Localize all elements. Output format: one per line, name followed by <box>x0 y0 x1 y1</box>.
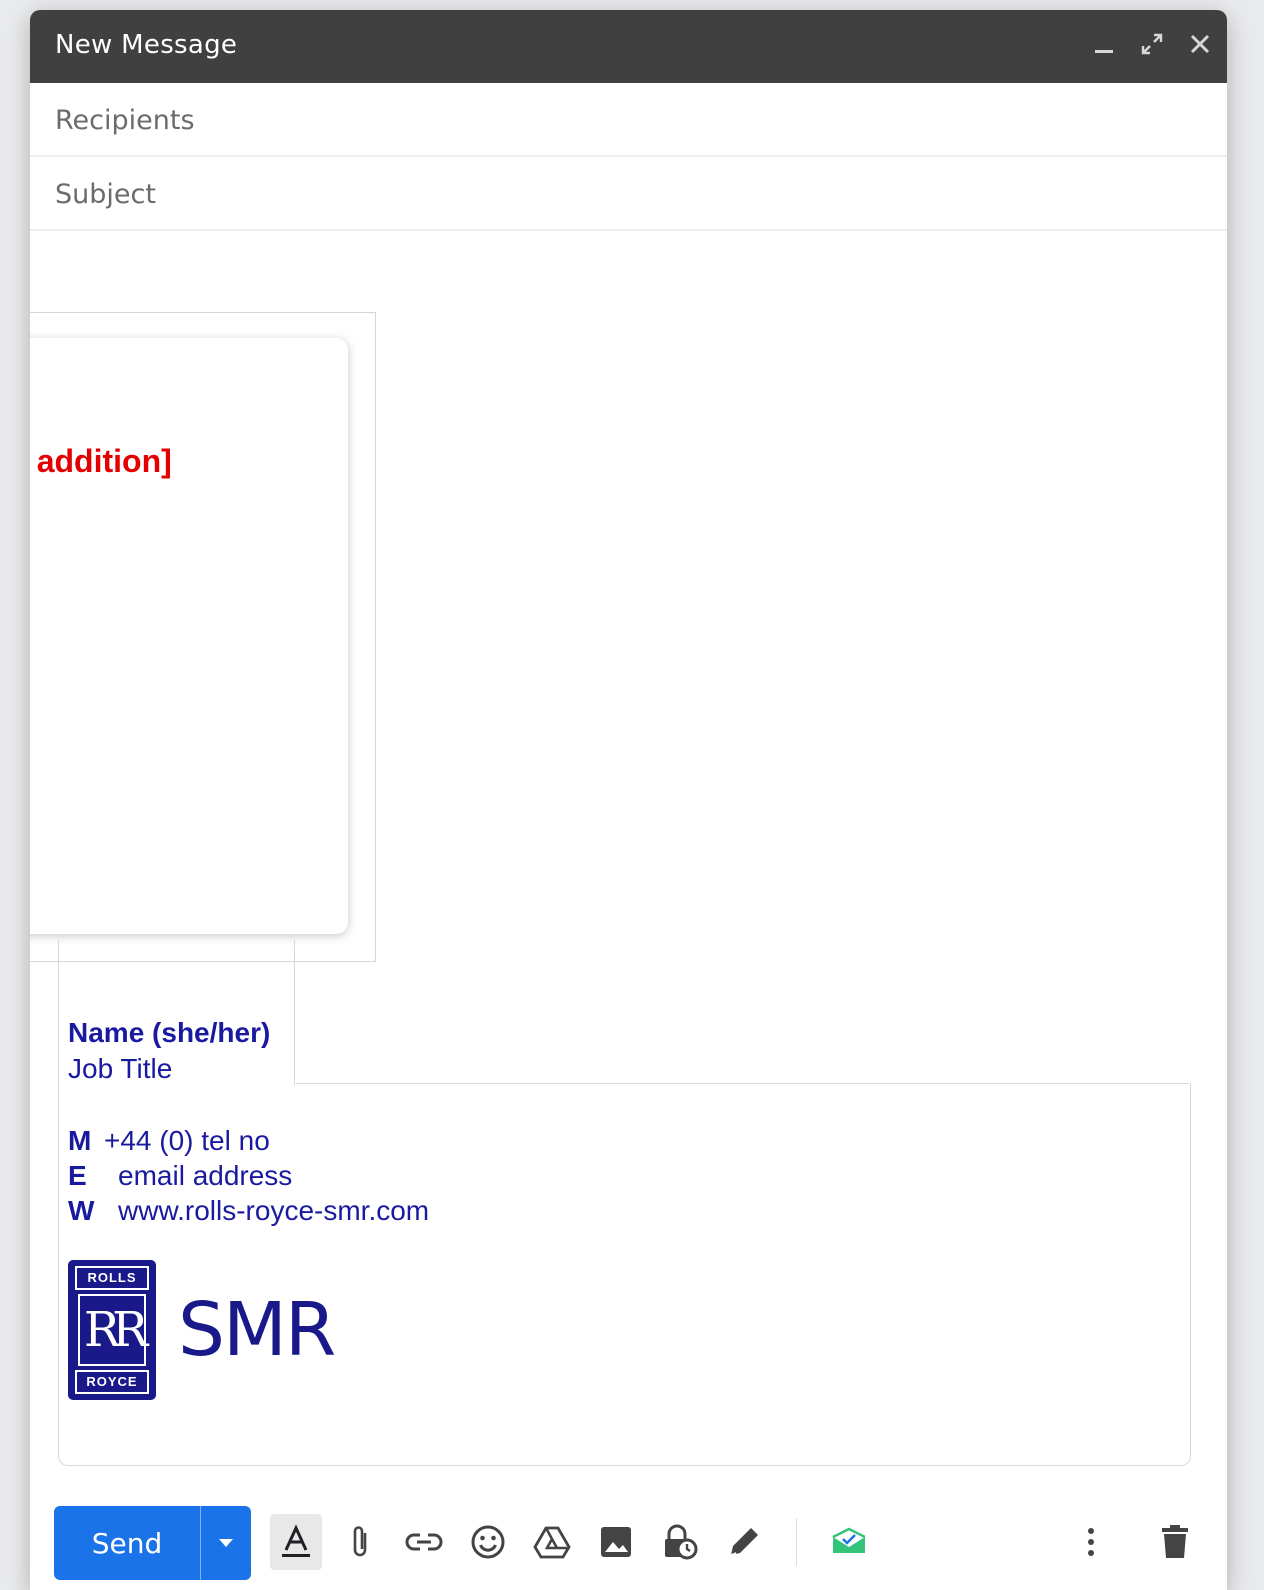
send-options-button[interactable] <box>201 1506 251 1580</box>
signature-pen-icon[interactable] <box>718 1514 770 1570</box>
signature-contact: M +44 (0) tel no E email address W www.r… <box>68 1123 429 1228</box>
insert-link-icon[interactable] <box>398 1514 450 1570</box>
toolbar-separator <box>796 1518 797 1566</box>
popup-card: untary addition] <box>30 338 348 934</box>
signature-name: Name (she/her) <box>68 1017 271 1048</box>
popup-text: untary addition] <box>30 443 172 479</box>
logo-wordmark: SMR <box>178 1287 336 1373</box>
send-button[interactable]: Send <box>54 1506 200 1580</box>
window-controls <box>1091 30 1213 58</box>
signature-email: E email address <box>68 1158 429 1193</box>
caret-down-icon <box>219 1539 233 1547</box>
signature-job-title: Job Title <box>68 1053 173 1084</box>
mail-addon-icon[interactable] <box>823 1514 875 1570</box>
logo-bottom-text: ROYCE <box>75 1370 149 1394</box>
more-options-icon[interactable] <box>1065 1514 1117 1570</box>
window-title: New Message <box>55 30 238 60</box>
confidential-mode-icon[interactable] <box>654 1514 706 1570</box>
email-label: E <box>68 1160 87 1191</box>
text-format-icon[interactable] <box>270 1514 322 1570</box>
compose-toolbar: Send <box>30 1478 1227 1590</box>
formatting-tools <box>270 1514 887 1570</box>
rolls-royce-badge-icon: ROLLS RR ROYCE <box>68 1260 156 1400</box>
mobile-value: +44 (0) tel no <box>104 1125 270 1156</box>
minimize-icon[interactable] <box>1091 30 1117 58</box>
subject-row: Subject <box>30 157 1227 231</box>
emoji-icon[interactable] <box>462 1514 514 1570</box>
compose-titlebar[interactable]: New Message <box>30 10 1227 83</box>
logo-top-text: ROLLS <box>75 1266 149 1290</box>
signature-divider <box>58 940 59 1085</box>
attach-file-icon[interactable] <box>334 1514 386 1570</box>
recipients-input[interactable] <box>54 93 1207 149</box>
signature-mobile: M +44 (0) tel no <box>68 1123 429 1158</box>
logo-monogram: RR <box>78 1294 148 1366</box>
email-value: email address <box>118 1160 293 1191</box>
close-icon[interactable] <box>1187 30 1213 58</box>
delete-draft-icon[interactable] <box>1149 1514 1201 1570</box>
subject-input[interactable] <box>54 167 1207 223</box>
recipients-row: Recipients <box>30 83 1227 157</box>
web-value[interactable]: www.rolls-royce-smr.com <box>118 1193 429 1228</box>
web-label: W <box>68 1195 95 1226</box>
compose-window: New Message Recipients Subject untary ad… <box>30 10 1227 1590</box>
insert-photo-icon[interactable] <box>590 1514 642 1570</box>
mobile-label: M <box>68 1125 92 1156</box>
fullscreen-icon[interactable] <box>1139 30 1165 58</box>
signature-divider <box>294 940 295 1086</box>
drive-icon[interactable] <box>526 1514 578 1570</box>
rolls-royce-smr-logo: ROLLS RR ROYCE SMR <box>68 1260 336 1400</box>
more-tools <box>1065 1514 1213 1570</box>
send-button-group: Send <box>54 1506 251 1580</box>
signature-web: W www.rolls-royce-smr.com <box>68 1193 429 1228</box>
